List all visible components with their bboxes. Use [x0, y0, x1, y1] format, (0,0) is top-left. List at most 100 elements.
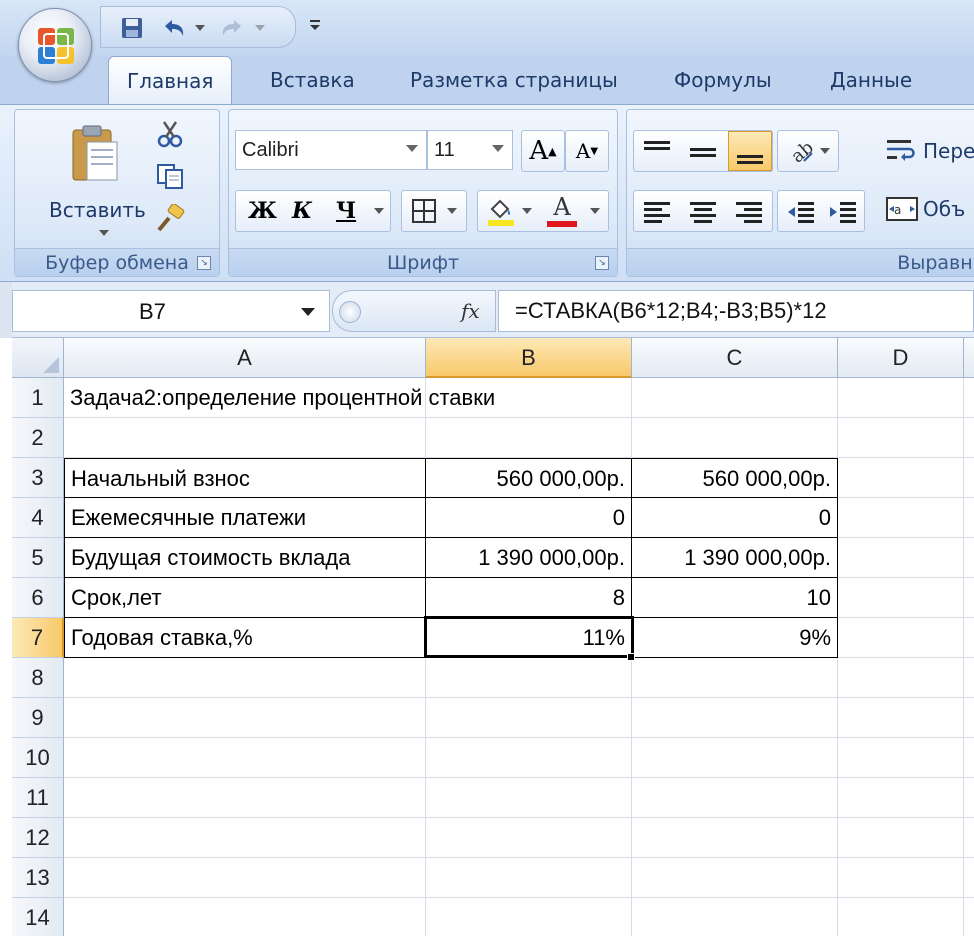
tab-page-layout[interactable]: Разметка страницы — [392, 56, 636, 104]
cell-e13[interactable] — [964, 858, 974, 898]
column-header-d[interactable]: D — [838, 338, 964, 378]
cell-e7[interactable] — [964, 618, 974, 658]
font-name-combo[interactable]: Calibri — [235, 130, 427, 170]
insert-function-icon[interactable]: fx — [461, 299, 480, 323]
cell-c9[interactable] — [632, 698, 838, 738]
row-header-5[interactable]: 5 — [12, 538, 64, 578]
tab-data[interactable]: Данные — [812, 56, 930, 104]
cell-e12[interactable] — [964, 818, 974, 858]
cell-b11[interactable] — [426, 778, 632, 818]
cell-b12[interactable] — [426, 818, 632, 858]
cell-e8[interactable] — [964, 658, 974, 698]
cell-a6[interactable]: Срок,лет — [64, 578, 426, 618]
row-header-11[interactable]: 11 — [12, 778, 64, 818]
cell-d13[interactable] — [838, 858, 964, 898]
save-icon[interactable] — [119, 15, 145, 41]
row-header-2[interactable]: 2 — [12, 418, 64, 458]
customize-qat-icon[interactable] — [304, 12, 326, 38]
cell-c8[interactable] — [632, 658, 838, 698]
font-color-button[interactable]: A — [544, 193, 580, 229]
cell-e6[interactable] — [964, 578, 974, 618]
cell-a10[interactable] — [64, 738, 426, 778]
cell-d7[interactable] — [838, 618, 964, 658]
chevron-down-icon[interactable] — [301, 308, 315, 316]
column-header-b[interactable]: B — [426, 338, 632, 378]
tab-home[interactable]: Главная — [108, 56, 233, 106]
align-middle-icon[interactable] — [688, 139, 718, 165]
font-launcher-icon[interactable]: ↘ — [595, 256, 609, 270]
underline-button[interactable]: Ч — [336, 198, 356, 224]
fill-handle[interactable] — [627, 653, 635, 661]
cell-c3[interactable]: 560 000,00р. — [632, 458, 838, 498]
cell-c12[interactable] — [632, 818, 838, 858]
cell-c1[interactable] — [632, 378, 838, 418]
cell-d2[interactable] — [838, 418, 964, 458]
cell-a7[interactable]: Годовая ставка,% — [64, 618, 426, 658]
cell-a14[interactable] — [64, 898, 426, 936]
align-center-icon[interactable] — [688, 199, 718, 225]
cell-b7[interactable]: 11% — [426, 618, 632, 658]
formula-input[interactable]: =СТАВКА(B6*12;B4;-B3;B5)*12 — [498, 290, 974, 332]
cell-d1[interactable] — [838, 378, 964, 418]
row-header-1[interactable]: 1 — [12, 378, 64, 418]
align-right-icon[interactable] — [734, 199, 764, 225]
cell-a11[interactable] — [64, 778, 426, 818]
cut-icon[interactable] — [157, 120, 183, 152]
row-header-13[interactable]: 13 — [12, 858, 64, 898]
fill-color-button[interactable] — [486, 197, 516, 227]
cell-a5[interactable]: Будущая стоимость вклада — [64, 538, 426, 578]
row-header-12[interactable]: 12 — [12, 818, 64, 858]
borders-button[interactable] — [401, 190, 467, 232]
cell-a3[interactable]: Начальный взнос — [64, 458, 426, 498]
increase-indent-icon[interactable] — [828, 199, 858, 225]
cell-b13[interactable] — [426, 858, 632, 898]
cell-b4[interactable]: 0 — [426, 498, 632, 538]
select-all-button[interactable] — [12, 338, 64, 378]
column-header-c[interactable]: C — [632, 338, 838, 378]
cell-b10[interactable] — [426, 738, 632, 778]
underline-dropdown-icon[interactable] — [374, 208, 384, 214]
cell-c2[interactable] — [632, 418, 838, 458]
cell-c6[interactable]: 10 — [632, 578, 838, 618]
cell-d5[interactable] — [838, 538, 964, 578]
tab-insert[interactable]: Вставка — [252, 56, 373, 104]
fill-color-dropdown-icon[interactable] — [522, 208, 532, 214]
row-header-9[interactable]: 9 — [12, 698, 64, 738]
cell-d10[interactable] — [838, 738, 964, 778]
redo-icon[interactable] — [217, 15, 247, 41]
cell-d9[interactable] — [838, 698, 964, 738]
column-header-e[interactable] — [964, 338, 974, 378]
cell-e9[interactable] — [964, 698, 974, 738]
orientation-button[interactable]: ab — [777, 130, 839, 172]
cell-a12[interactable] — [64, 818, 426, 858]
name-box[interactable]: B7 — [12, 290, 330, 332]
wrap-text-button[interactable]: Пере — [885, 136, 974, 166]
format-painter-icon[interactable] — [155, 203, 187, 238]
merge-center-button[interactable]: a Объ — [885, 194, 965, 224]
row-header-14[interactable]: 14 — [12, 898, 64, 936]
splitter-handle-icon[interactable] — [339, 301, 361, 323]
cell-d6[interactable] — [838, 578, 964, 618]
cell-c10[interactable] — [632, 738, 838, 778]
cell-b9[interactable] — [426, 698, 632, 738]
font-size-combo[interactable]: 11 — [427, 130, 513, 170]
column-header-a[interactable]: A — [64, 338, 426, 378]
cell-e2[interactable] — [964, 418, 974, 458]
cell-d4[interactable] — [838, 498, 964, 538]
cell-e1[interactable] — [964, 378, 974, 418]
font-color-dropdown-icon[interactable] — [590, 208, 600, 214]
cell-e5[interactable] — [964, 538, 974, 578]
cell-a13[interactable] — [64, 858, 426, 898]
decrease-indent-icon[interactable] — [786, 199, 816, 225]
bold-button[interactable]: Ж — [248, 198, 277, 224]
cell-a8[interactable] — [64, 658, 426, 698]
row-header-4[interactable]: 4 — [12, 498, 64, 538]
cell-b5[interactable]: 1 390 000,00р. — [426, 538, 632, 578]
row-header-7[interactable]: 7 — [12, 618, 64, 658]
row-header-8[interactable]: 8 — [12, 658, 64, 698]
cell-e11[interactable] — [964, 778, 974, 818]
cell-d14[interactable] — [838, 898, 964, 936]
cell-c13[interactable] — [632, 858, 838, 898]
cell-b6[interactable]: 8 — [426, 578, 632, 618]
cell-c7[interactable]: 9% — [632, 618, 838, 658]
